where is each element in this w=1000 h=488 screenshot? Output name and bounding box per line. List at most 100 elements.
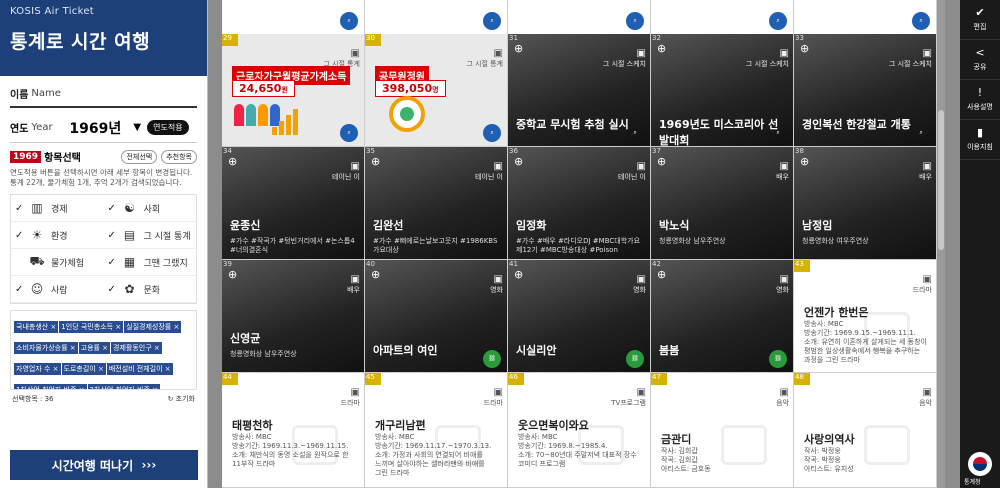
checkmark-icon[interactable]: ✓ (108, 203, 118, 214)
category-society[interactable]: ✓ ☯ 사회 (103, 195, 196, 222)
card-40[interactable]: 40 ⊕ ▣ 영화 아파트의 여인 ⛓ (365, 260, 508, 373)
selected-tag[interactable]: 소비자물가상승률 × (14, 342, 78, 354)
card-type-label: 음악 (919, 399, 932, 407)
card-46[interactable]: 46 ▣ TV프로그램 웃으면복이와요 방송사: MBC 방송기간: 1969.8.~19… (508, 373, 651, 488)
card-partial: ⌕ (651, 0, 794, 34)
card-type-label: 테이닌 이 (475, 173, 503, 181)
detail-button[interactable]: ⌕ (340, 12, 358, 30)
zoom-icon[interactable]: ⊕ (514, 42, 523, 55)
card-type-label: 배우 (919, 173, 932, 181)
card-34[interactable]: 34 ⊕ ▣ 테이닌 이 윤종신 #가수 #작곡가 #텅빈거리에서 #논스톱4 #너의결혼… (222, 147, 365, 260)
tool-info[interactable]: ! 사용설명 (960, 80, 1000, 120)
start-travel-button[interactable]: 시간여행 떠나기 ››› (10, 450, 198, 480)
card-33[interactable]: 33 ⊕ ▣ 그 시절 스케치 경인복선 한강철교 개통 ⌕ (794, 34, 937, 147)
detail-button[interactable]: ⌕ (483, 12, 501, 30)
selected-tag[interactable]: 국내총생산 × (14, 321, 59, 333)
card-37[interactable]: 37 ⊕ ▣ 배우 박노식 청룡영화상 남우주연상 (651, 147, 794, 260)
category-environment[interactable]: ✓ ☀ 환경 (11, 222, 104, 249)
link-button[interactable]: ⛓ (626, 350, 644, 368)
card-detail-line: 아티스트: 유지성 (804, 465, 854, 473)
category-culture[interactable]: ✓ ✿ 문화 (103, 276, 196, 303)
tool-check[interactable]: ✔ 편집 (960, 0, 1000, 40)
stat-number: 398,050 (382, 82, 433, 95)
card-title: 시실리안 (516, 344, 557, 357)
card-47[interactable]: 47 ▣ 음악 금관디 작사: 김희갑 작곡: 김희갑 아티스트: 금호동 (651, 373, 794, 488)
detail-button[interactable]: ⌕ (769, 124, 787, 142)
selected-tag[interactable]: 실질경제성장률 × (124, 321, 182, 333)
zoom-icon[interactable]: ⊕ (514, 155, 523, 168)
zoom-icon[interactable]: ⊕ (800, 155, 809, 168)
chevron-down-icon[interactable]: ▼ (133, 122, 141, 133)
detail-button[interactable]: ⌕ (912, 124, 930, 142)
checkmark-icon[interactable]: ✓ (15, 203, 25, 214)
link-button[interactable]: ⛓ (769, 350, 787, 368)
zoom-icon[interactable]: ⊕ (228, 268, 237, 281)
name-field[interactable]: 이름 Name (10, 80, 197, 108)
card-35[interactable]: 35 ⊕ ▣ 테이닌 이 김완선 #가수 #삐에로는날보고웃지 #1986KBS가요대상 (365, 147, 508, 260)
checkmark-icon[interactable]: ✓ (108, 284, 118, 295)
selected-tag[interactable]: 고용률 × (78, 342, 111, 354)
card-31[interactable]: 31 ⊕ ▣ 그 시절 스케치 중학교 무시험 추첨 실시 ⌕ (508, 34, 651, 147)
zoom-icon[interactable]: ⊕ (514, 268, 523, 281)
card-detail-line: 과정을 그린 드라마 (804, 356, 860, 364)
card-detail-line: 코미디 프로그램 (518, 460, 566, 468)
zoom-icon[interactable]: ⊕ (371, 268, 380, 281)
apply-year-button[interactable]: 연도적용 (147, 120, 189, 135)
year-select[interactable]: 1969년 (69, 118, 133, 138)
zoom-icon[interactable]: ⊕ (800, 42, 809, 55)
card-32[interactable]: 32 ⊕ ▣ 그 시절 스케치 1969년도 미스코리아 선발대회 ⌕ (651, 34, 794, 147)
detail-button[interactable]: ⌕ (340, 124, 358, 142)
checkmark-icon[interactable]: ✓ (15, 230, 25, 241)
zoom-icon[interactable]: ⊕ (371, 155, 380, 168)
card-type-label: 배우 (347, 286, 360, 294)
category-stats[interactable]: ✓ ▤ 그 시절 통계 (103, 222, 196, 249)
category-cart[interactable]: ⛟ 물가체험 (11, 249, 104, 276)
selected-tag[interactable]: 경제활동인구 × (111, 342, 162, 354)
checkmark-icon[interactable]: ✓ (108, 257, 118, 268)
recommend-button[interactable]: 추천항목 (161, 149, 197, 164)
card-38[interactable]: 38 ⊕ ▣ 배우 남정임 청룡영화상 여우주연상 (794, 147, 937, 260)
category-type-icon: ▣ (350, 387, 360, 398)
card-30[interactable]: 30 ▣ 그 시절 통계 공무원정원 398,050명 ⌕ (365, 34, 508, 147)
scrollbar-thumb[interactable] (938, 110, 944, 250)
tool-share[interactable]: < 공유 (960, 40, 1000, 80)
selected-tag[interactable]: 자영업자 수 × (14, 363, 61, 375)
book-icon: ▮ (976, 126, 984, 139)
category-calendar[interactable]: ✓ ▦ 그땐 그랬지 (103, 249, 196, 276)
tool-book[interactable]: ▮ 이용지침 (960, 120, 1000, 160)
card-39[interactable]: 39 ⊕ ▣ 배우 신영균 청룡영화상 남우주연상 (222, 260, 365, 373)
zoom-icon[interactable]: ⊕ (657, 42, 666, 55)
category-economy[interactable]: ✓ ▥ 경제 (11, 195, 104, 222)
card-29[interactable]: 29 ▣ 그 시절 통계 근로자가구월평균가계소득 24,650원 ⌕ (222, 34, 365, 147)
zoom-icon[interactable]: ⊕ (657, 155, 666, 168)
detail-button[interactable]: ⌕ (483, 124, 501, 142)
category-label: 물가체험 (51, 258, 85, 269)
card-45[interactable]: 45 ▣ 드라마 개구리남편 방송사: MBC 방송기간: 1969.11.17.~197… (365, 373, 508, 488)
detail-button[interactable]: ⌕ (912, 12, 930, 30)
detail-button[interactable]: ⌕ (626, 124, 644, 142)
reset-button[interactable]: ↻ 초기화 (168, 394, 195, 404)
card-36[interactable]: 36 ⊕ ▣ 테이닌 이 임정화 #가수 #배우 #라디오DJ #MBC대학가요제12기 … (508, 147, 651, 260)
select-all-button[interactable]: 전체선택 (121, 149, 158, 164)
selected-tag[interactable]: 도로총길이 × (61, 363, 106, 375)
zoom-icon[interactable]: ⊕ (228, 155, 237, 168)
calendar-icon: ▦ (123, 255, 136, 269)
card-44[interactable]: 44 ▣ 드라마 태평천하 방송사: MBC 방송기간: 1969.11.3.~1969.… (222, 373, 365, 488)
link-button[interactable]: ⛓ (483, 350, 501, 368)
checkmark-icon[interactable]: ✓ (108, 230, 118, 241)
card-type-label: 그 시절 스케치 (602, 60, 646, 68)
category-type-icon: ▣ (922, 48, 932, 59)
detail-button[interactable]: ⌕ (626, 12, 644, 30)
category-people[interactable]: ✓ ☺ 사람 (11, 276, 104, 303)
checkmark-icon[interactable]: ✓ (15, 284, 25, 295)
selected-tag[interactable]: 1인당 국민총소득 × (59, 321, 124, 333)
card-48[interactable]: 48 ▣ 음악 사랑의역사 작사: 박정웅 작곡: 박정웅 아티스트: 유지성 (794, 373, 937, 488)
card-42[interactable]: 42 ⊕ ▣ 영화 봄봄 ⛓ (651, 260, 794, 373)
card-41[interactable]: 41 ⊕ ▣ 영화 시실리안 ⛓ (508, 260, 651, 373)
selected-tag[interactable]: 배전설비 전체길이 × (106, 363, 173, 375)
zoom-icon[interactable]: ⊕ (657, 268, 666, 281)
detail-button[interactable]: ⌕ (769, 12, 787, 30)
card-43[interactable]: 43 ▣ 드라마 언젠가 한번은 방송사: MBC 방송기간: 1969.9.15.~19… (794, 260, 937, 373)
card-type-label: TV프로그램 (611, 399, 646, 407)
scrollbar[interactable] (937, 0, 945, 488)
